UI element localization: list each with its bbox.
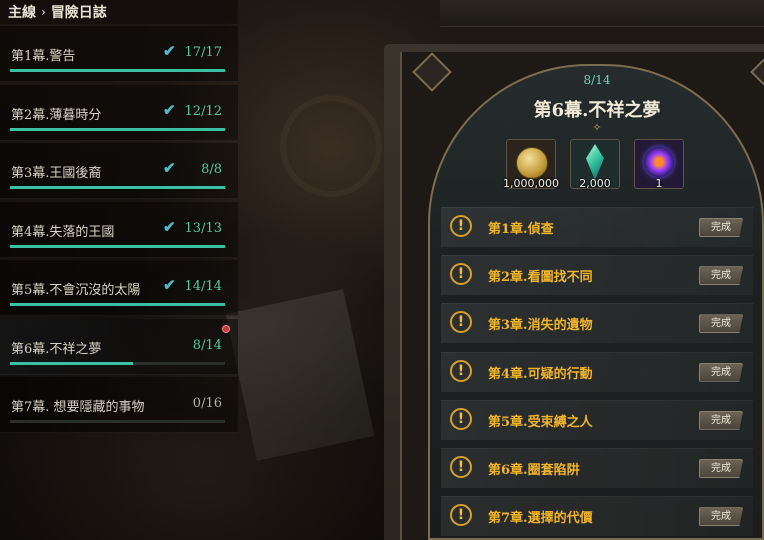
act-progress-fill [10, 69, 225, 72]
chapter-title: 第6章.圈套陷阱 [488, 463, 580, 478]
chapter-title: 第4章.可疑的行動 [488, 366, 593, 382]
reward-crystal[interactable]: 2,000 [570, 139, 620, 190]
act-progress-fill [10, 361, 133, 365]
reward-quantity: 1,000,000 [503, 177, 559, 190]
exclamation-icon: ! [450, 359, 472, 382]
act-item-title: 第7幕. 想要隱藏的事物 [11, 400, 145, 415]
chapter-item[interactable]: ! 第4章.可疑的行動 完成 [441, 351, 753, 392]
act-item-title: 第4幕.失落的王國 [11, 224, 115, 240]
act-item-count: 14/14 [184, 279, 222, 294]
checkmark-icon: ✔ [163, 159, 176, 177]
act-progress-bar [10, 420, 225, 423]
notification-dot-icon [222, 324, 230, 333]
chapter-item[interactable]: ! 第1章.偵查 完成 [441, 207, 753, 247]
purple-orb-icon [644, 147, 674, 177]
green-crystal-icon [586, 144, 604, 180]
chapter-item[interactable]: ! 第3章.消失的遺物 完成 [441, 303, 753, 344]
checkmark-icon: ✔ [163, 217, 176, 236]
act-item-title: 第3幕.王國後裔 [11, 166, 102, 181]
checkmark-icon: ✔ [163, 100, 176, 119]
gold-coin-icon [516, 147, 548, 179]
chapter-item[interactable]: ! 第5章.受束縛之人 完成 [441, 399, 753, 440]
act-progress-fill [10, 127, 225, 131]
act-progress: 8/14 [583, 73, 611, 87]
complete-button[interactable]: 完成 [699, 266, 743, 286]
breadcrumb-current: 冒險日誌 [50, 5, 107, 21]
complete-button[interactable]: 完成 [699, 459, 743, 478]
act-progress-fill [10, 244, 225, 248]
breadcrumb-main[interactable]: 主線 [8, 2, 36, 22]
reward-gold[interactable]: 1,000,000 [503, 139, 559, 190]
act-item-title: 第6幕.不祥之夢 [11, 341, 102, 357]
reward-orb[interactable]: 1 [634, 139, 684, 190]
exclamation-icon: ! [450, 311, 472, 334]
act-progress-bar [10, 244, 225, 248]
act-item[interactable]: 第6幕.不祥之夢 8/14 [0, 318, 238, 375]
breadcrumb: 主線 › 冒險日誌 [0, 0, 238, 24]
exclamation-icon: ! [450, 263, 472, 286]
title-ornament-icon: ✧ [592, 121, 602, 134]
chevron-right-icon: › [41, 5, 46, 19]
chapter-title: 第2章.看圖找不同 [488, 270, 593, 286]
act-item[interactable]: 第5幕.不會沉沒的太陽 ✔ 14/14 [0, 260, 238, 316]
chapter-title: 第5章.受束縛之人 [488, 414, 593, 430]
chapter-item[interactable]: ! 第6章.圈套陷阱 完成 [441, 448, 753, 488]
background-ornament [280, 95, 382, 197]
act-item-title: 第1幕.警告 [11, 49, 76, 64]
act-title: 第6幕.不祥之夢 [533, 100, 661, 121]
act-item[interactable]: 第1幕.警告 ✔ 17/17 [0, 26, 238, 82]
background-book [440, 0, 764, 27]
exclamation-icon: ! [450, 407, 472, 430]
complete-button[interactable]: 完成 [699, 362, 743, 382]
complete-button[interactable]: 完成 [699, 314, 743, 334]
chapter-title: 第7章.選擇的代價 [488, 511, 593, 527]
chapter-title: 第1章.偵查 [488, 222, 554, 237]
act-item-title: 第2幕.薄暮時分 [11, 107, 102, 123]
reward-quantity: 1 [655, 177, 663, 190]
act-item[interactable]: 第2幕.薄暮時分 ✔ 12/12 [0, 84, 238, 141]
act-item-count: 12/12 [184, 103, 222, 119]
act-progress-fill [10, 303, 225, 306]
act-item-count: 8/14 [192, 337, 222, 353]
act-progress-bar [10, 69, 225, 72]
complete-button[interactable]: 完成 [699, 218, 743, 237]
exclamation-icon: ! [450, 504, 472, 527]
act-progress-bar [10, 186, 225, 189]
act-progress-bar [10, 303, 225, 306]
act-item-count: 17/17 [184, 45, 222, 60]
checkmark-icon: ✔ [163, 42, 176, 60]
complete-button[interactable]: 完成 [699, 410, 743, 430]
exclamation-icon: ! [450, 456, 472, 478]
checkmark-icon: ✔ [163, 276, 176, 294]
act-item-count: 0/16 [192, 396, 222, 411]
act-progress-bar [10, 361, 225, 365]
complete-button[interactable]: 完成 [699, 507, 743, 527]
act-item-count: 13/13 [184, 220, 222, 236]
act-progress-fill [10, 186, 225, 189]
act-item-title: 第5幕.不會沉沒的太陽 [11, 283, 141, 298]
chapter-item[interactable]: ! 第2章.看圖找不同 完成 [441, 255, 753, 296]
chapter-item[interactable]: ! 第7章.選擇的代價 完成 [441, 496, 753, 537]
act-item[interactable]: 第7幕. 想要隱藏的事物 0/16 [0, 377, 238, 433]
act-item-count: 8/8 [201, 162, 222, 177]
act-item[interactable]: 第3幕.王國後裔 ✔ 8/8 [0, 143, 238, 199]
exclamation-icon: ! [450, 215, 472, 237]
act-progress-bar [10, 127, 225, 131]
chapter-title: 第3章.消失的遺物 [488, 318, 593, 334]
act-item[interactable]: 第4幕.失落的王國 ✔ 13/13 [0, 201, 238, 258]
reward-quantity: 2,000 [579, 177, 611, 190]
